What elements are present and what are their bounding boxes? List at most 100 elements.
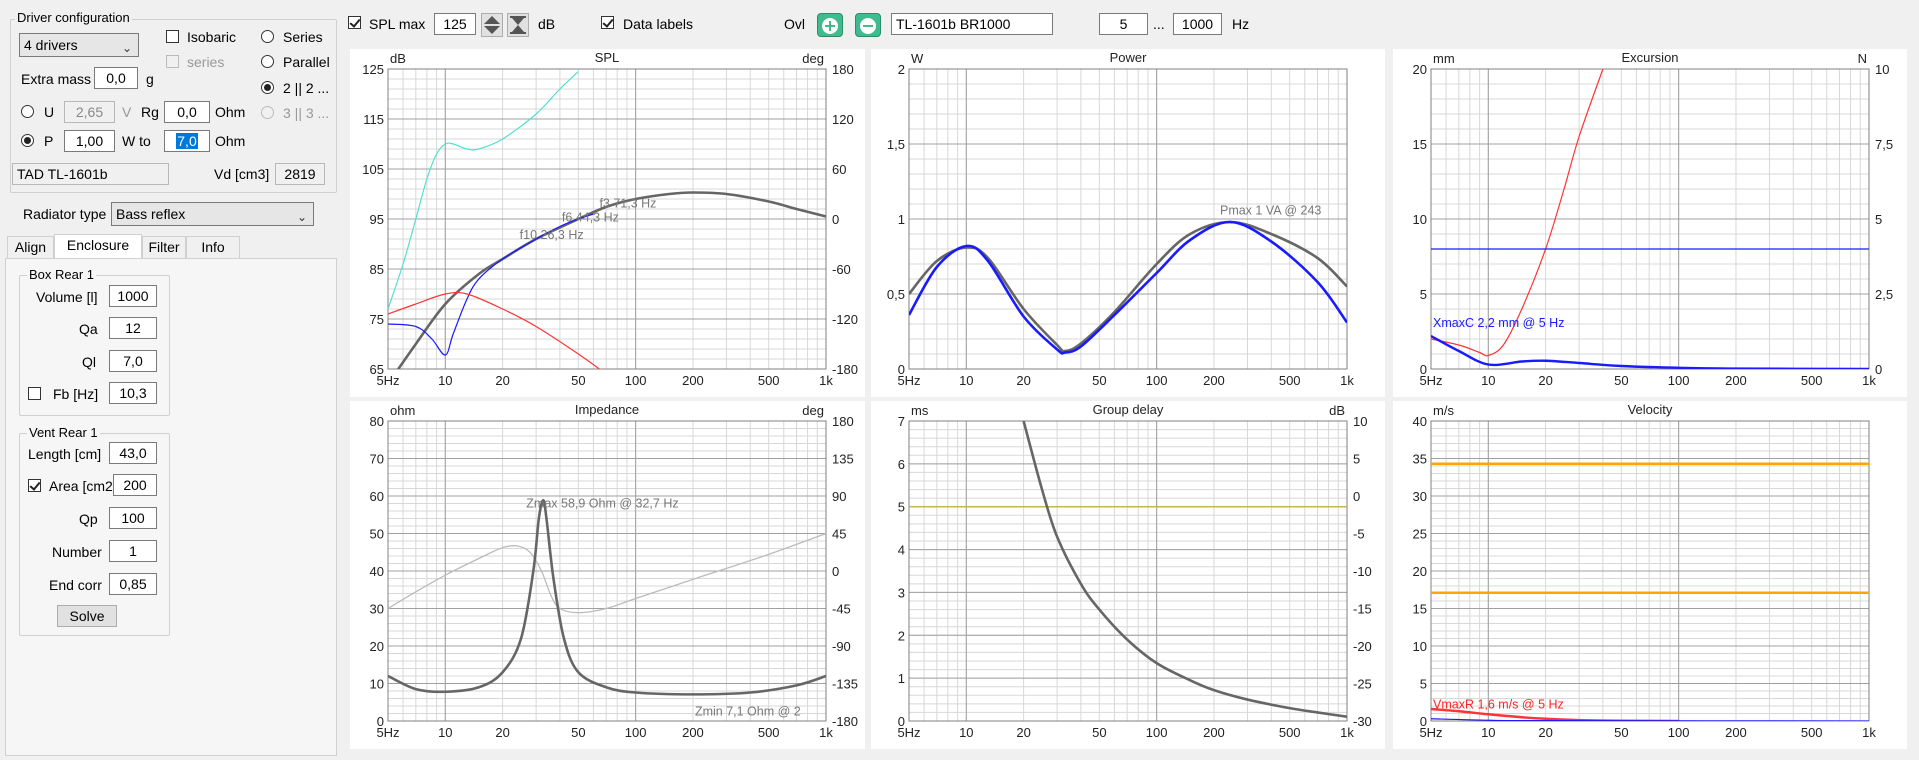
isobaric-checkbox[interactable] xyxy=(166,30,179,43)
freq-to-input[interactable]: 1000 xyxy=(1173,13,1222,35)
charts-area: 5Hz 10 20 50 100 200 500 1k 65 75 85 95 105 115 125 -18… xyxy=(344,47,1912,751)
x-tick-label: 50 xyxy=(1092,725,1106,740)
y-tick-label: 0 xyxy=(377,714,384,729)
x-tick-label: 20 xyxy=(1538,725,1552,740)
qa-input[interactable]: 12 xyxy=(109,317,157,339)
chart-title: Impedance xyxy=(575,402,639,417)
ql-input[interactable]: 7,0 xyxy=(109,350,157,372)
x-tick-label: 50 xyxy=(1092,373,1106,388)
data-label-annotation: f6 44,3 Hz xyxy=(562,211,619,225)
vent-area-input[interactable]: 200 xyxy=(113,474,157,496)
qp-label: Qp xyxy=(79,511,98,527)
y-tick-label: 7 xyxy=(898,414,905,429)
voltage-radio[interactable] xyxy=(21,105,34,118)
remove-overlay-button[interactable] xyxy=(855,13,881,37)
spl-max-checkbox[interactable] xyxy=(348,16,361,29)
x-tick-label: 50 xyxy=(571,725,585,740)
power-chart[interactable]: 5Hz 10 20 50 100 200 500 1k 0 0,5 1 1,5 2 Power W Pmax … xyxy=(871,49,1385,397)
volume-input[interactable]: 1000 xyxy=(109,285,157,307)
driver-model-field[interactable]: TAD TL-1601b xyxy=(12,163,169,185)
chart-title: Group delay xyxy=(1093,402,1164,417)
rg-input[interactable]: 0,0 xyxy=(164,101,210,123)
tab-enclosure[interactable]: Enclosure xyxy=(54,234,142,258)
impedance-chart[interactable]: 5Hz 10 20 50 100 200 500 1k 0 10 20 30 40 50 60 70 80 -18… xyxy=(350,401,865,749)
y-tick-label: 1 xyxy=(898,671,905,686)
vent-number-input[interactable]: 1 xyxy=(109,540,157,562)
y2-tick-label: -25 xyxy=(1353,677,1372,692)
plus-icon xyxy=(822,18,838,34)
y2-tick-label: 45 xyxy=(832,527,846,542)
left-unit-label: W xyxy=(911,51,924,66)
y-tick-label: 70 xyxy=(370,452,384,467)
radiator-type-label: Radiator type xyxy=(23,206,107,222)
series-radio[interactable] xyxy=(261,30,274,43)
x-tick-label: 100 xyxy=(1668,373,1690,388)
x-tick-label: 200 xyxy=(1203,373,1225,388)
power-load-input[interactable]: 7,0 xyxy=(164,130,210,152)
power-radio[interactable] xyxy=(21,134,34,147)
tab-align[interactable]: Align xyxy=(7,236,54,258)
series-check-label: series xyxy=(187,54,225,70)
tab-filter[interactable]: Filter xyxy=(142,236,186,258)
power-load-value: 7,0 xyxy=(176,133,198,149)
minus-icon xyxy=(860,18,876,34)
group-delay-chart[interactable]: 5Hz 10 20 50 100 200 500 1k 0 1 2 3 4 5 6 7 -30 -25 -20 -15… xyxy=(871,401,1385,749)
y-tick-label: 5 xyxy=(1420,677,1427,692)
power-label: P xyxy=(44,133,54,149)
x-tick-label: 20 xyxy=(1538,373,1552,388)
parallel-radio[interactable] xyxy=(261,55,274,68)
vent-length-label: Length [cm] xyxy=(28,446,102,462)
data-labels-checkbox[interactable] xyxy=(601,16,614,29)
radiator-type-select[interactable]: Bass reflex ⌄ xyxy=(111,202,314,226)
y-tick-label: 40 xyxy=(1413,414,1427,429)
y-tick-label: 3 xyxy=(898,585,905,600)
chart-title: SPL xyxy=(595,50,620,65)
voltage-unit: V xyxy=(122,104,132,120)
spl-max-spinner[interactable] xyxy=(481,13,503,37)
solve-button[interactable]: Solve xyxy=(57,605,117,627)
spl-chart[interactable]: 5Hz 10 20 50 100 200 500 1k 65 75 85 95 105 115 125 -18… xyxy=(350,49,865,397)
spl-autoscale-button[interactable] xyxy=(507,13,529,37)
fb-input[interactable]: 10,3 xyxy=(109,382,157,404)
x-tick-label: 500 xyxy=(758,725,780,740)
x-tick-label: 20 xyxy=(1016,373,1030,388)
y2-tick-label: 135 xyxy=(832,452,854,467)
combo-2x2-radio[interactable] xyxy=(261,81,274,94)
y-tick-label: 0 xyxy=(898,714,905,729)
y-tick-label: 115 xyxy=(363,112,384,127)
y2-tick-label: 90 xyxy=(832,489,846,504)
data-label-annotation: Zmin 7,1 Ohm @ 2 xyxy=(695,704,801,718)
velocity-chart[interactable]: 5Hz 10 20 50 100 200 500 1k 0 5 10 15 20 25 30 35 40 Velo… xyxy=(1393,401,1907,749)
tab-info[interactable]: Info xyxy=(186,236,240,258)
power-input[interactable]: 1,00 xyxy=(64,130,115,152)
y2-tick-label: 0 xyxy=(1353,489,1360,504)
end-correction-input[interactable]: 0,85 xyxy=(109,573,157,595)
design-name-input[interactable]: TL-1601b BR1000 xyxy=(891,13,1053,35)
y-tick-label: 60 xyxy=(370,489,384,504)
y-tick-label: 15 xyxy=(1413,602,1427,617)
y-tick-label: 10 xyxy=(370,677,384,692)
spl-max-input[interactable]: 125 xyxy=(434,13,476,35)
y2-tick-label: -60 xyxy=(832,262,851,277)
volume-label: Volume [l] xyxy=(36,289,98,305)
blue-curve-series xyxy=(1431,334,1869,369)
y-tick-label: 10 xyxy=(1413,639,1427,654)
freq-from-input[interactable]: 5 xyxy=(1099,13,1148,35)
vent-length-input[interactable]: 43,0 xyxy=(109,442,157,464)
chevron-down-icon: ⌄ xyxy=(296,210,307,224)
driver-count-select[interactable]: 4 drivers ⌄ xyxy=(19,33,139,57)
extra-mass-input[interactable]: 0,0 xyxy=(94,67,138,89)
y2-tick-label: -90 xyxy=(832,639,851,654)
voltage-input[interactable]: 2,65 xyxy=(64,101,115,123)
driver-count-value: 4 drivers xyxy=(24,37,78,53)
vent-area-checkbox[interactable] xyxy=(28,479,41,492)
vent-rear-title: Vent Rear 1 xyxy=(27,425,100,440)
y-tick-label: 105 xyxy=(362,162,384,177)
fb-checkbox[interactable] xyxy=(28,387,41,400)
chevron-down-icon: ⌄ xyxy=(121,41,132,55)
x-tick-label: 20 xyxy=(495,373,509,388)
vd-field[interactable]: 2819 xyxy=(275,163,325,185)
excursion-chart[interactable]: 5Hz 10 20 50 100 200 500 1k 0 5 10 15 20 0 2,5 5 7,5 10 Ex… xyxy=(1393,49,1907,397)
add-overlay-button[interactable] xyxy=(817,13,843,37)
qp-input[interactable]: 100 xyxy=(109,507,157,529)
